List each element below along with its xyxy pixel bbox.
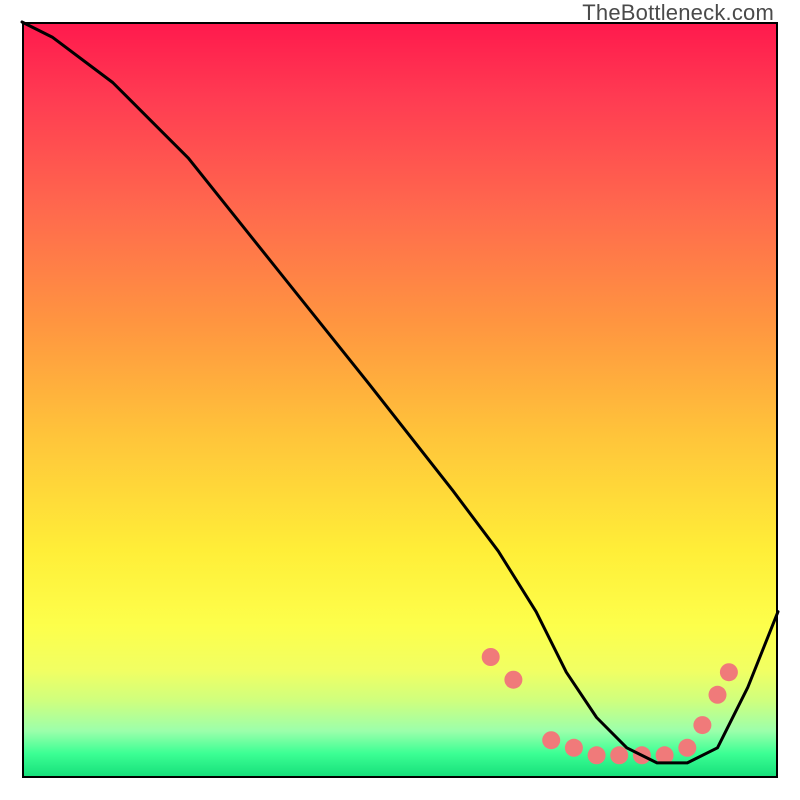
optimal-dot-1 <box>504 671 522 689</box>
marker-group <box>482 648 738 764</box>
optimal-dot-4 <box>588 746 606 764</box>
optimal-dot-0 <box>482 648 500 666</box>
optimal-dot-5 <box>610 746 628 764</box>
watermark-text: TheBottleneck.com <box>582 0 774 26</box>
optimal-dot-3 <box>565 739 583 757</box>
optimal-dot-8 <box>678 739 696 757</box>
bottleneck-curve <box>22 22 778 763</box>
chart-svg <box>22 22 778 778</box>
optimal-dot-9 <box>693 716 711 734</box>
optimal-dot-10 <box>709 686 727 704</box>
optimal-dot-2 <box>542 731 560 749</box>
optimal-dot-11 <box>720 663 738 681</box>
chart-frame <box>22 22 778 778</box>
